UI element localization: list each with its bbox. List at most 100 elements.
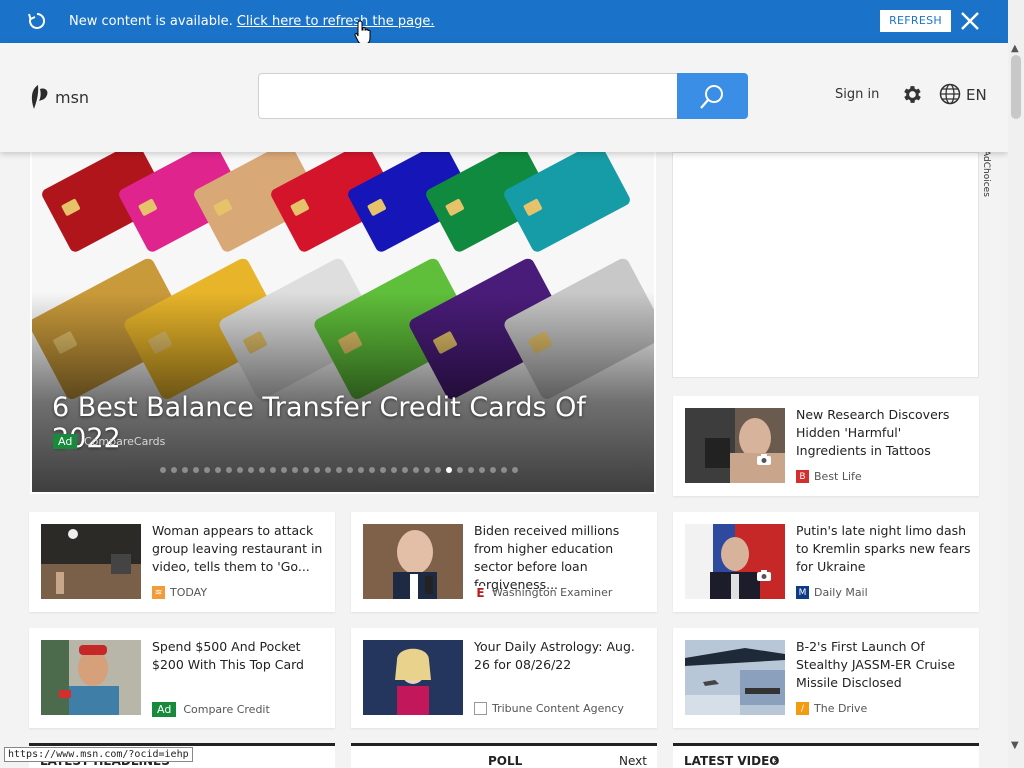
carousel-dot[interactable] (237, 467, 243, 473)
refresh-icon[interactable] (27, 11, 47, 31)
carousel-dot[interactable] (325, 467, 331, 473)
carousel-pagination[interactable] (160, 467, 523, 473)
poll-section: POLL Next (351, 743, 657, 768)
carousel-dot[interactable] (424, 467, 430, 473)
search-input[interactable] (258, 73, 678, 119)
news-source: / The Drive (796, 702, 867, 715)
carousel-dot[interactable] (314, 467, 320, 473)
camera-icon (757, 454, 771, 465)
poll-next-link[interactable]: Next (619, 754, 647, 768)
news-thumbnail (363, 640, 463, 715)
carousel-dot[interactable] (215, 467, 221, 473)
carousel-dot[interactable] (270, 467, 276, 473)
vertical-scrollbar[interactable]: ▲ ▼ (1008, 0, 1024, 768)
adchoices-label[interactable]: AdChoices (981, 150, 991, 197)
document-icon (474, 702, 487, 715)
source-name: The Drive (814, 702, 868, 715)
news-source: B Best Life (796, 470, 862, 483)
news-title[interactable]: New Research Discovers Hidden 'Harmful' … (796, 406, 972, 460)
carousel-dot[interactable] (281, 467, 287, 473)
carousel-dot[interactable] (369, 467, 375, 473)
news-title[interactable]: Putin's late night limo dash to Kremlin … (796, 522, 972, 576)
scroll-thumb[interactable] (1011, 55, 1021, 119)
gear-icon[interactable] (900, 83, 923, 106)
best-life-logo-icon: B (796, 470, 809, 483)
news-card[interactable]: B-2's First Launch Of Stealthy JASSM-ER … (673, 628, 979, 728)
site-header: msn Sign in EN (0, 43, 1008, 152)
news-thumbnail (685, 408, 785, 483)
carousel-dot[interactable] (413, 467, 419, 473)
refresh-button[interactable]: REFRESH (880, 10, 951, 32)
news-title[interactable]: Woman appears to attack group leaving re… (152, 522, 328, 576)
ad-title[interactable]: Spend $500 And Pocket $200 With This Top… (152, 638, 328, 674)
news-title[interactable]: B-2's First Launch Of Stealthy JASSM-ER … (796, 638, 972, 692)
news-card[interactable]: New Research Discovers Hidden 'Harmful' … (673, 396, 979, 496)
source-name: Washington Examiner (492, 586, 613, 599)
carousel-dot[interactable] (391, 467, 397, 473)
news-card[interactable]: Woman appears to attack group leaving re… (29, 512, 335, 612)
sign-in-link[interactable]: Sign in (835, 87, 879, 102)
source-name: Daily Mail (814, 586, 868, 599)
msn-logo[interactable]: msn (29, 83, 89, 111)
ad-card[interactable]: Spend $500 And Pocket $200 With This Top… (29, 628, 335, 728)
carousel-dot[interactable] (435, 467, 441, 473)
news-card[interactable]: Your Daily Astrology: Aug. 26 for 08/26/… (351, 628, 657, 728)
news-card[interactable]: Biden received millions from higher educ… (351, 512, 657, 612)
carousel-dot[interactable] (204, 467, 210, 473)
carousel-dot[interactable] (171, 467, 177, 473)
carousel-dot[interactable] (512, 467, 518, 473)
ad-source: Ad Compare Credit (152, 702, 270, 717)
camera-icon (757, 570, 771, 581)
hero-source: CompareCards (84, 435, 166, 448)
news-card[interactable]: Putin's late night limo dash to Kremlin … (673, 512, 979, 612)
carousel-dot[interactable] (182, 467, 188, 473)
news-title[interactable]: Biden received millions from higher educ… (474, 522, 650, 594)
scroll-down-arrow-icon[interactable]: ▼ (1011, 740, 1019, 751)
source-name: Best Life (814, 470, 862, 483)
source-name: Compare Credit (183, 703, 270, 716)
news-thumbnail (685, 640, 785, 715)
ad-thumbnail (41, 640, 141, 715)
chevron-right-icon[interactable]: › (773, 753, 778, 767)
carousel-dot[interactable] (160, 467, 166, 473)
carousel-dot[interactable] (358, 467, 364, 473)
scroll-up-arrow-icon[interactable]: ▲ (1011, 43, 1019, 54)
carousel-dot[interactable] (347, 467, 353, 473)
carousel-dot[interactable] (226, 467, 232, 473)
carousel-dot[interactable] (303, 467, 309, 473)
ad-badge: Ad (53, 434, 78, 449)
carousel-dot[interactable] (259, 467, 265, 473)
carousel-dot[interactable] (446, 467, 452, 473)
news-thumbnail (363, 524, 463, 599)
news-title[interactable]: Your Daily Astrology: Aug. 26 for 08/26/… (474, 638, 650, 674)
news-thumbnail (685, 524, 785, 599)
latest-video-label[interactable]: LATEST VIDEO (684, 754, 780, 768)
banner-text: New content is available. (69, 14, 233, 29)
carousel-dot[interactable] (479, 467, 485, 473)
latest-video-section[interactable]: LATEST VIDEO › (673, 743, 979, 768)
content-update-banner: New content is available. Click here to … (0, 0, 1008, 45)
carousel-dot[interactable] (248, 467, 254, 473)
globe-icon[interactable] (939, 83, 961, 105)
banner-message: New content is available. Click here to … (69, 14, 434, 29)
carousel-dot[interactable] (193, 467, 199, 473)
carousel-dot[interactable] (468, 467, 474, 473)
hero-carousel[interactable]: 6 Best Balance Transfer Credit Cards Of … (30, 152, 656, 494)
news-source: Tribune Content Agency (474, 702, 624, 715)
carousel-dot[interactable] (402, 467, 408, 473)
refresh-link[interactable]: Click here to refresh the page. (237, 14, 435, 29)
carousel-dot[interactable] (490, 467, 496, 473)
source-name: TODAY (170, 586, 208, 599)
carousel-dot[interactable] (457, 467, 463, 473)
carousel-dot[interactable] (501, 467, 507, 473)
carousel-dot[interactable] (292, 467, 298, 473)
poll-label: POLL (488, 754, 523, 768)
news-source: M Daily Mail (796, 586, 868, 599)
news-source: ≋ TODAY (152, 586, 207, 599)
carousel-dot[interactable] (380, 467, 386, 473)
close-icon[interactable] (958, 9, 982, 33)
language-selector[interactable]: EN (966, 86, 987, 104)
search-button[interactable] (677, 73, 748, 119)
the-drive-logo-icon: / (796, 702, 809, 715)
carousel-dot[interactable] (336, 467, 342, 473)
